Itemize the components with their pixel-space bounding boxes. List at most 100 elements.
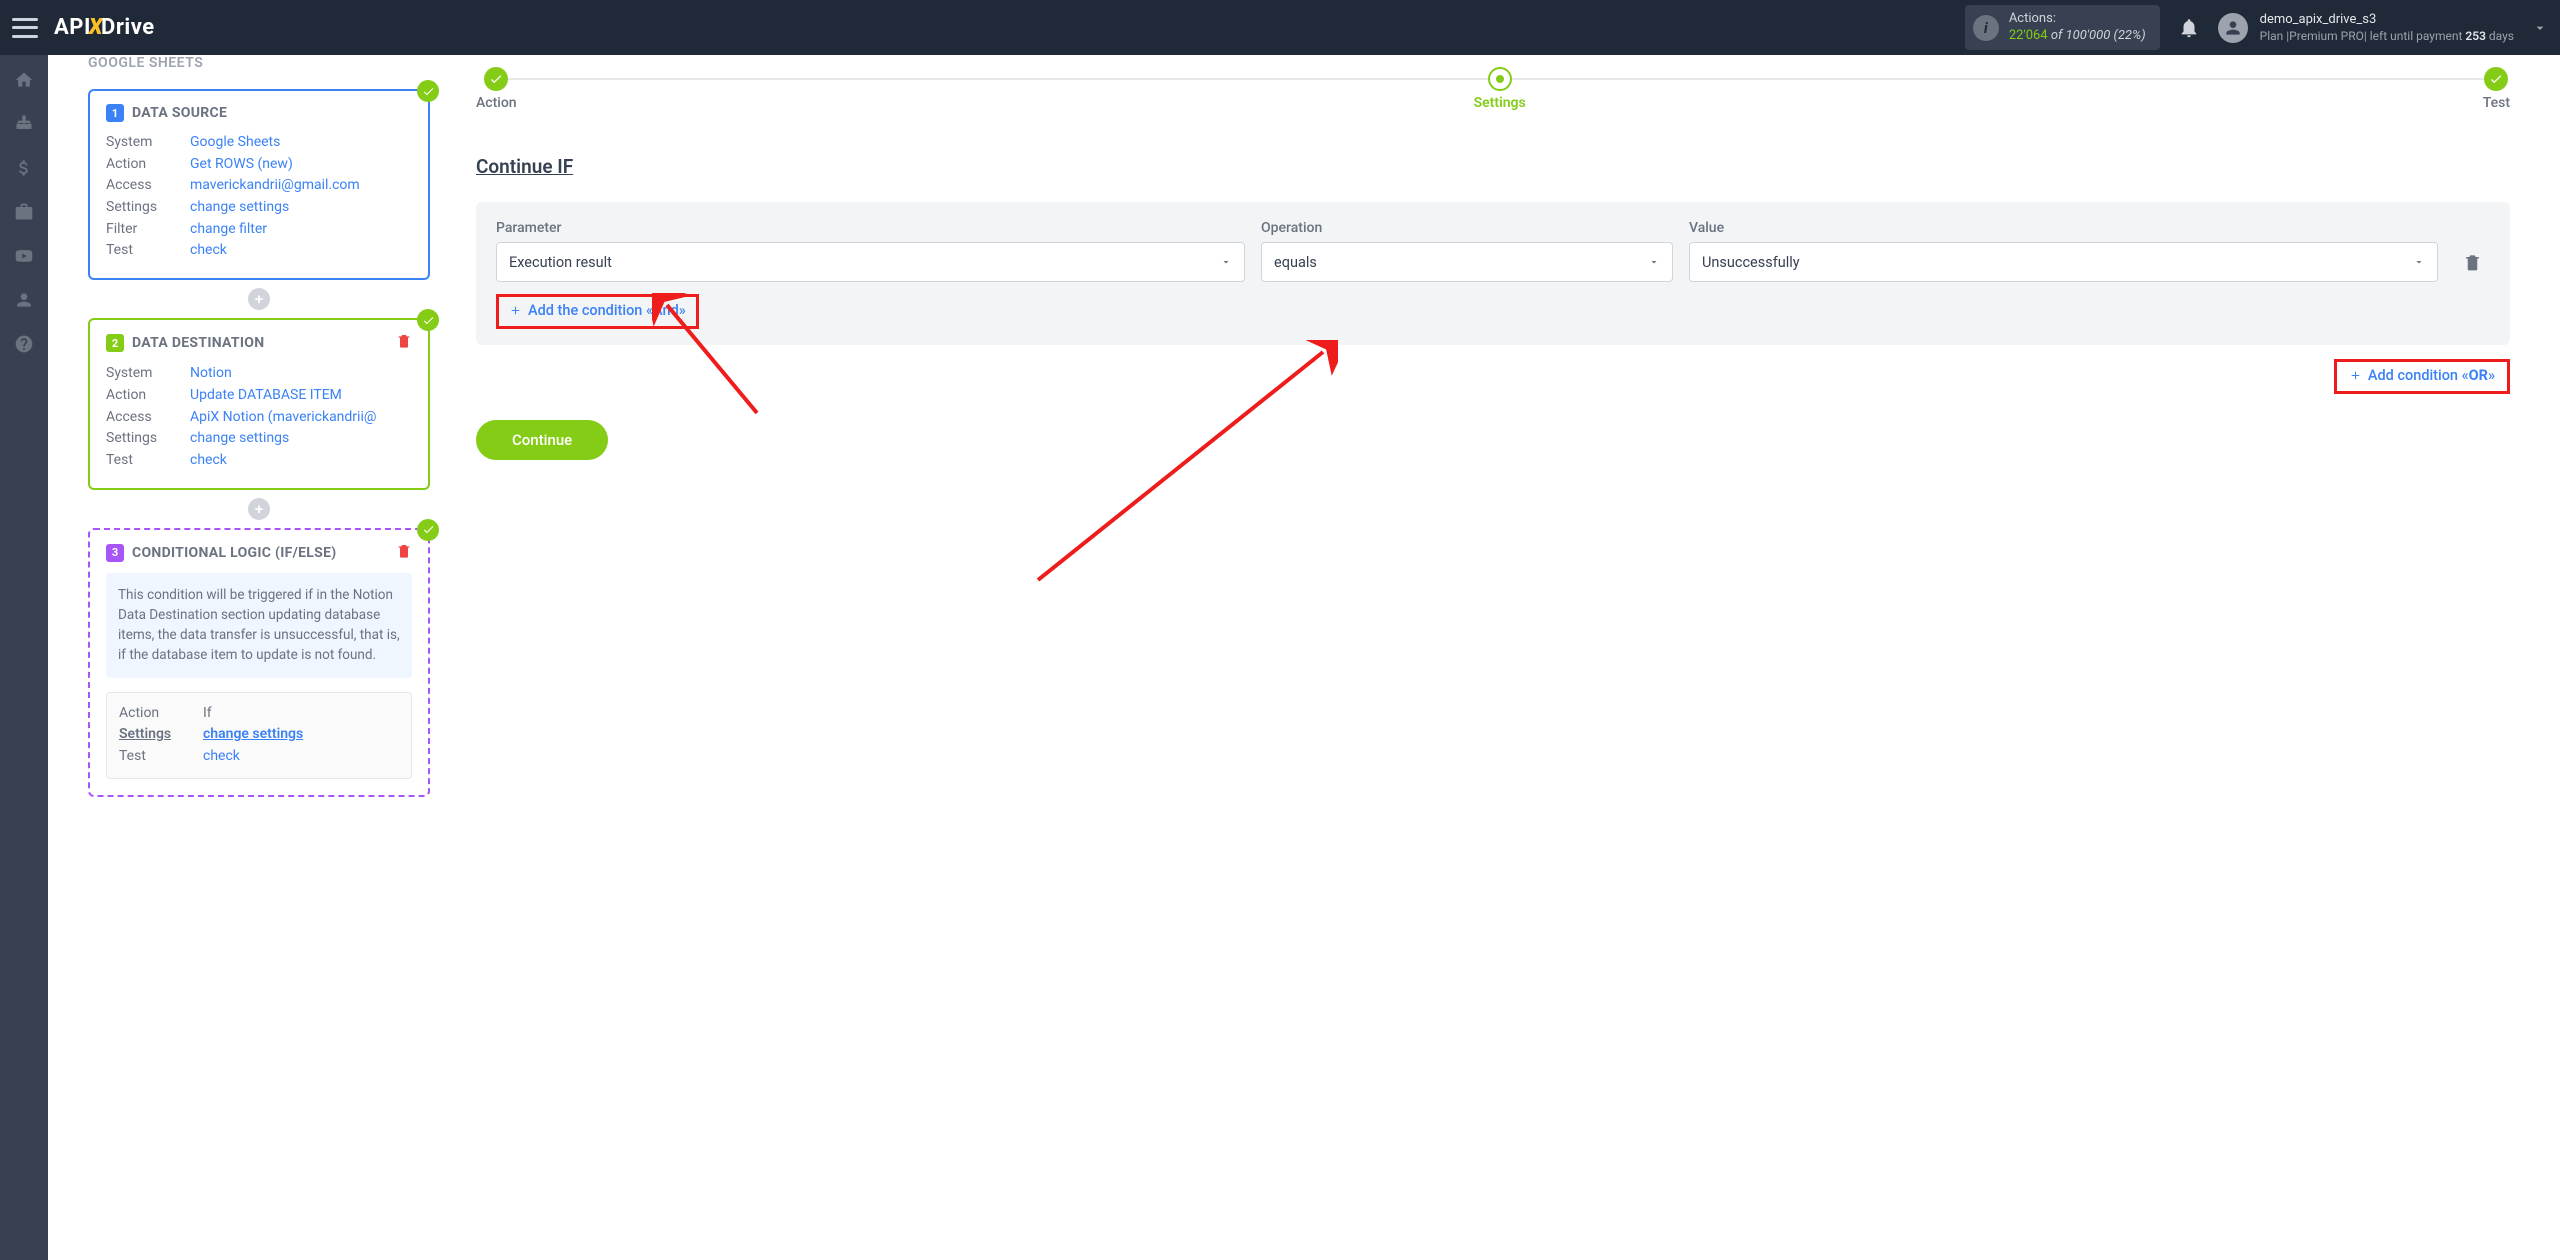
row-label: Test (119, 746, 203, 768)
add-or-highlight: Add condition «OR» (2334, 359, 2510, 394)
condition-description: This condition will be triggered if in t… (106, 573, 412, 678)
step-label: Settings (1474, 95, 1526, 111)
row-label: Action (106, 154, 190, 176)
actions-counter[interactable]: i Actions: 22'064 of 100'000 (22%) (1965, 5, 2160, 51)
card-title: DATA DESTINATION (132, 335, 264, 351)
trash-icon[interactable] (396, 543, 412, 563)
logo[interactable]: APIXDrive (54, 15, 155, 40)
row-value[interactable]: change filter (190, 219, 267, 241)
row-label: Filter (106, 219, 190, 241)
left-panel: GOOGLE SHEETS 1 DATA SOURCE SystemGoogle… (48, 55, 448, 1260)
data-source-card[interactable]: 1 DATA SOURCE SystemGoogle Sheets Action… (88, 89, 430, 280)
menu-icon[interactable] (12, 18, 38, 38)
user-icon[interactable] (13, 289, 35, 311)
row-label: Settings (119, 724, 203, 746)
chevron-down-icon (1648, 256, 1660, 268)
row-value[interactable]: change settings (203, 724, 303, 746)
step-label: Action (476, 95, 517, 111)
row-value[interactable]: Google Sheets (190, 132, 280, 154)
row-value[interactable]: maverickandrii@gmail.com (190, 175, 360, 197)
value-label: Value (1689, 220, 2438, 236)
home-icon[interactable] (13, 69, 35, 91)
top-header: APIXDrive i Actions: 22'064 of 100'000 (… (0, 0, 2560, 55)
step-action[interactable]: Action (476, 67, 517, 111)
row-value: If (203, 703, 212, 725)
row-value[interactable]: check (190, 450, 227, 472)
row-value[interactable]: Update DATABASE ITEM (190, 385, 342, 407)
step-test[interactable]: Test (2483, 67, 2510, 111)
youtube-icon[interactable] (13, 245, 35, 267)
row-label: Action (106, 385, 190, 407)
value-select[interactable]: Unsuccessfully (1689, 242, 2438, 282)
value-value: Unsuccessfully (1702, 254, 1800, 271)
user-info[interactable]: demo_apix_drive_s3 Plan |Premium PRO| le… (2260, 11, 2514, 45)
chevron-down-icon (2413, 256, 2425, 268)
add-step-button[interactable]: + (248, 498, 270, 520)
chevron-down-icon[interactable] (2532, 20, 2548, 36)
plus-icon (509, 304, 522, 317)
chevron-down-icon (1220, 256, 1232, 268)
card-number: 3 (106, 544, 124, 562)
continue-button[interactable]: Continue (476, 420, 608, 460)
delete-condition-button[interactable] (2454, 242, 2490, 282)
row-label: Test (106, 240, 190, 262)
section-header: GOOGLE SHEETS (88, 55, 430, 71)
step-label: Test (2483, 95, 2510, 111)
card-title: DATA SOURCE (132, 105, 227, 121)
user-name: demo_apix_drive_s3 (2260, 11, 2514, 29)
right-panel: Action Settings Test Continue IF Paramet… (448, 55, 2560, 1260)
conditional-logic-card[interactable]: 3 CONDITIONAL LOGIC (IF/ELSE) This condi… (88, 528, 430, 797)
row-label: Action (119, 703, 203, 725)
actions-label: Actions: (2009, 11, 2146, 28)
row-label: Settings (106, 197, 190, 219)
logo-api: API (54, 15, 91, 40)
briefcase-icon[interactable] (13, 201, 35, 223)
check-badge-icon (417, 80, 439, 102)
row-label: Test (106, 450, 190, 472)
add-or-label: Add condition «OR» (2368, 367, 2495, 384)
data-destination-card[interactable]: 2 DATA DESTINATION SystemNotion ActionUp… (88, 318, 430, 489)
condition-block: Parameter Execution result Operation equ… (476, 202, 2510, 345)
check-badge-icon (417, 519, 439, 541)
row-value[interactable]: check (203, 746, 240, 768)
row-label: System (106, 363, 190, 385)
dollar-icon[interactable] (13, 157, 35, 179)
row-value[interactable]: change settings (190, 197, 289, 219)
row-label: Access (106, 175, 190, 197)
row-value[interactable]: change settings (190, 428, 289, 450)
logo-drive: Drive (101, 15, 155, 40)
card-number: 2 (106, 334, 124, 352)
stepper: Action Settings Test (476, 59, 2510, 111)
operation-label: Operation (1261, 220, 1673, 236)
check-badge-icon (417, 309, 439, 331)
user-avatar-icon[interactable] (2218, 13, 2248, 43)
row-value[interactable]: ApiX Notion (maverickandrii@ (190, 407, 376, 429)
add-and-label: Add the condition «And» (528, 302, 686, 319)
card-number: 1 (106, 104, 124, 122)
info-icon: i (1973, 15, 1999, 41)
left-rail (0, 55, 48, 1260)
row-value[interactable]: Get ROWS (new) (190, 154, 293, 176)
row-value[interactable]: check (190, 240, 227, 262)
trash-icon[interactable] (396, 333, 412, 353)
add-or-button[interactable]: Add condition «OR» (2349, 367, 2495, 384)
user-plan: Plan |Premium PRO| left until payment 25… (2260, 28, 2514, 44)
bell-icon[interactable] (2178, 17, 2200, 39)
actions-numbers: 22'064 of 100'000 (22%) (2009, 28, 2146, 45)
card-title: CONDITIONAL LOGIC (IF/ELSE) (132, 545, 336, 561)
parameter-label: Parameter (496, 220, 1245, 236)
row-label: Settings (106, 428, 190, 450)
step-settings[interactable]: Settings (1474, 67, 1526, 111)
plus-icon (2349, 369, 2362, 382)
add-and-highlight: Add the condition «And» (496, 294, 699, 329)
parameter-value: Execution result (509, 254, 612, 271)
operation-select[interactable]: equals (1261, 242, 1673, 282)
continue-if-title: Continue IF (476, 155, 2510, 178)
sitemap-icon[interactable] (13, 113, 35, 135)
parameter-select[interactable]: Execution result (496, 242, 1245, 282)
add-and-button[interactable]: Add the condition «And» (509, 302, 686, 319)
help-icon[interactable] (13, 333, 35, 355)
add-step-button[interactable]: + (248, 288, 270, 310)
row-label: Access (106, 407, 190, 429)
row-value[interactable]: Notion (190, 363, 232, 385)
